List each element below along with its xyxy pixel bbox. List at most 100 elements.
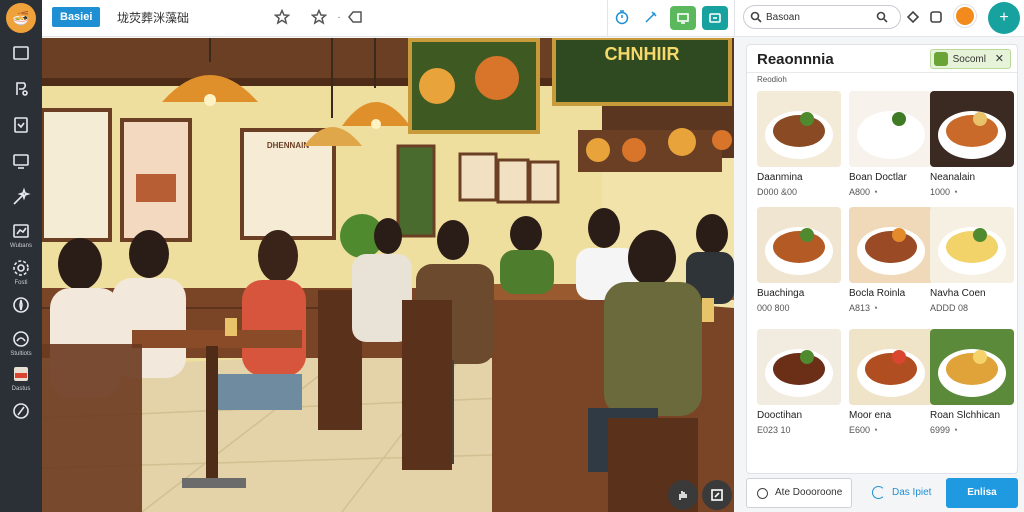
dish-thumbnail[interactable] [930,91,1014,167]
dish-price: 000 800 [757,303,790,313]
rail-food[interactable]: Dastus [0,364,42,393]
dish-card[interactable]: Daanmina D000 &00 [757,91,841,197]
panel-divider [747,72,1017,73]
chart-icon [13,224,29,238]
rail-label-settings: Fosti [14,280,28,286]
design-canvas[interactable]: DHENNAIN CHNHIIR [42,38,734,512]
left-toolbar: 🍜 Wubans Fosti Stultiots Dastus [0,0,42,512]
star-outline-button[interactable] [310,8,328,26]
app-logo-icon[interactable]: 🍜 [6,3,36,33]
dish-card[interactable]: Navha Coen ADDD 08 [930,207,1014,313]
rail-template[interactable] [0,115,42,135]
dish-name: Navha Coen [930,288,986,299]
user-avatar[interactable] [954,5,976,27]
dish-thumbnail[interactable] [930,207,1014,283]
dish-thumbnail[interactable] [757,329,841,405]
pin-button[interactable] [642,8,660,26]
search-box[interactable] [743,5,901,29]
dish-price: D000 &00 [757,187,798,197]
dish-price: A800 ◔ [849,187,878,197]
rail-monitor[interactable] [0,151,42,171]
rail-edit[interactable] [0,401,42,421]
pin-icon [645,11,657,23]
dish-name: Neanalain [930,172,976,183]
template-icon [14,117,28,133]
diamond-icon [906,10,920,24]
layers-icon [930,11,942,23]
rail-frame[interactable] [0,43,42,63]
dish-card[interactable]: Boan Doctlar A800 ◔ [849,91,933,197]
dish-name: Buachinga [757,288,805,299]
dish-thumbnail[interactable] [849,207,933,283]
rail-chart[interactable]: Wubans [0,221,42,250]
panel-title: Reaonnnia [757,51,834,68]
hand-icon [679,491,687,500]
restaurant-illustration: DHENNAIN CHNHIIR [42,38,734,512]
timer-icon [615,10,629,25]
star-outline-icon [311,9,327,25]
rail-label-palette: Stultiots [10,351,32,357]
dish-thumbnail[interactable] [757,91,841,167]
search-icon [750,11,762,23]
rail-palette[interactable]: Stultiots [0,329,42,358]
fullscreen-button[interactable] [702,480,732,510]
rail-settings[interactable]: Fosti [0,258,42,287]
edit-icon [13,403,29,419]
search-submit-icon[interactable] [876,11,888,23]
secondary-label: Ate Doooroone [775,487,843,498]
dish-image [930,207,1014,283]
dish-price: 1000 ◔ [930,187,958,197]
dish-image [849,91,933,167]
brand-badge[interactable]: Basiei [52,7,101,27]
rail-compass[interactable] [0,295,42,315]
rail-label-food: Dastus [11,386,31,392]
dish-thumbnail[interactable] [849,91,933,167]
toolbar-divider [607,0,608,37]
dish-thumbnail[interactable] [930,329,1014,405]
monitor-icon [13,154,29,169]
timer-button[interactable] [613,8,631,26]
dish-price: 6999 ◔ [930,425,958,435]
star-button[interactable] [273,8,291,26]
tag-button[interactable] [346,8,364,26]
svg-text:CHNHIIR: CHNHIIR [605,44,680,64]
filter-chip[interactable]: Socoml ✕ [929,49,1011,69]
dish-price: ADDD 08 [930,303,969,313]
present-button[interactable] [670,6,696,30]
dish-card[interactable]: Roan Slchhican 6999 ◔ [930,329,1014,435]
dish-image [930,91,1014,167]
chip-icon [933,52,948,66]
app-window: 🍜 Wubans Fosti Stultiots Dastus Basiei 垅… [0,0,1024,512]
dish-name: Daanmina [757,172,803,183]
dish-image [757,329,841,405]
document-title[interactable]: 垅荧葬洣藻础 [117,9,189,26]
refresh-link[interactable]: Das Ipiet [862,478,942,508]
plus-icon: + [999,9,1009,26]
dish-thumbnail[interactable] [757,207,841,283]
share-button[interactable] [702,6,728,30]
dish-card[interactable]: Moor ena E600 ◔ [849,329,933,435]
chip-close-icon[interactable]: ✕ [995,53,1004,65]
dish-card[interactable]: Dooctihan E023 10 [757,329,841,435]
primary-button[interactable]: Enlisa [946,478,1018,508]
refresh-label: Das Ipiet [892,487,932,498]
diamond-button[interactable] [905,9,921,25]
top-toolbar: Basiei 垅荧葬洣藻础 · [42,0,734,37]
dish-card[interactable]: Bocla Roinla A813 ◔ [849,207,933,313]
rail-magic[interactable] [0,187,42,207]
dish-thumbnail[interactable] [849,329,933,405]
secondary-button[interactable]: Ate Doooroone [746,478,852,508]
rail-pen[interactable] [0,79,42,99]
dish-image [757,207,841,283]
wall-menu-title: DHENNAIN [267,141,309,150]
dish-card[interactable]: Buachinga 000 800 [757,207,841,313]
layers-button[interactable] [928,9,944,25]
dish-name: Boan Doctlar [849,172,907,183]
rail-label-chart: Wubans [10,243,32,249]
dish-card[interactable]: Neanalain 1000 ◔ [930,91,1014,197]
add-button[interactable]: + [988,2,1020,34]
tag-icon [348,11,362,23]
search-input[interactable] [766,11,876,23]
hand-tool-button[interactable] [668,480,698,510]
dish-image [757,91,841,167]
